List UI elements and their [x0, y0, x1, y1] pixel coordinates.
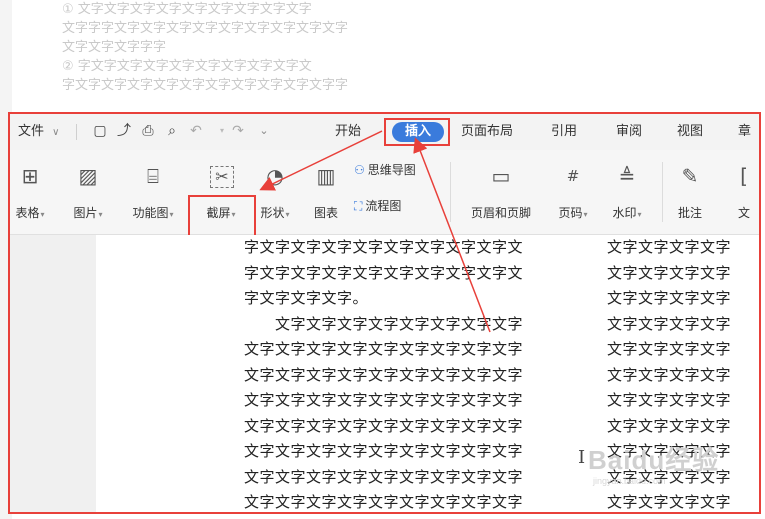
document-line: 文字文字文字文字 — [607, 340, 732, 358]
menu-bar: 文件 ∨ ▢ ⤴ ⎙ ⌕ ↶ ▾ ↷ ⌄ 开始 插入 页面布局 引用 审阅 视图… — [10, 114, 759, 150]
undo-icon[interactable]: ↶ — [188, 123, 204, 139]
baidu-watermark: Baidu经验 — [588, 445, 720, 475]
background-line: 字文字文字文字文字文字文字文字文字文字文字字 — [62, 78, 349, 93]
table-label: 表格 — [15, 206, 40, 220]
picture-label: 图片 — [73, 206, 98, 220]
background-line: ① 文字文字文字文字文字文字文字文字文字 — [62, 2, 312, 17]
mindmap-button[interactable]: ⚇ 思维导图 — [354, 160, 416, 180]
document-line: 文字文字文字文字 — [607, 391, 732, 409]
document-line: 文字文字文字文字文字文字文字文字文字 — [244, 416, 524, 435]
text-box-icon: [ — [740, 164, 748, 188]
document-line: 字文字文字文字。 — [244, 289, 369, 307]
page-number-label: 页码 — [558, 206, 583, 220]
flowchart-label: 流程图 — [365, 199, 402, 213]
mindmap-label: 思维导图 — [367, 163, 416, 177]
document-line: 字文字文字文字文字文字文字文字文字文 — [244, 263, 524, 282]
tab-references[interactable]: 引用 — [551, 114, 577, 150]
tab-view[interactable]: 视图 — [677, 114, 703, 150]
picture-icon: ▨ — [78, 164, 98, 188]
chevron-down-icon: ▾ — [98, 210, 103, 219]
comment-label: 批注 — [677, 206, 702, 220]
document-margin — [10, 235, 96, 512]
ribbon-separator — [662, 162, 663, 222]
document-line: 文字文字文字文字文字文字文字文字文字 — [244, 340, 524, 358]
chart-button[interactable]: ▥ 图表 — [306, 150, 346, 234]
flowchart-icon: ⛶ — [354, 199, 363, 213]
document-line: 文字文字文字文字 — [607, 314, 732, 333]
scissors-icon: ✂ — [210, 166, 234, 188]
watermark-icon: ≜ — [618, 164, 636, 188]
table-button[interactable]: ⊞ 表格▾ — [10, 150, 54, 234]
chart-label: 图表 — [313, 206, 338, 220]
print-icon[interactable]: ⎙ — [140, 123, 156, 139]
watermark-button[interactable]: ≜ 水印▾ — [604, 150, 650, 234]
header-footer-button[interactable]: ▭ 页眉和页脚 — [458, 150, 544, 234]
background-document: ① 文字文字文字文字文字文字文字文字文字 文字字字文字文字文字文字文字文字文字文… — [62, 0, 474, 112]
background-line: ② 字文字文字文字文字文字文字文字文字文 — [62, 59, 312, 74]
shape-button[interactable]: ◔ 形状▾ — [254, 150, 296, 234]
baidu-watermark-url: jingyan.baidu.com — [593, 476, 666, 486]
document-line: 文字文字文字文字文字文字文字文字文字 — [244, 391, 524, 409]
text-cursor-icon: I — [578, 447, 586, 468]
mindmap-icon: ⚇ — [354, 163, 365, 177]
page-number-icon: # — [566, 167, 580, 185]
document-line: 文字文字文字文字 — [607, 289, 732, 307]
header-footer-icon: ▭ — [491, 164, 511, 188]
picture-button[interactable]: ▨ 图片▾ — [62, 150, 114, 234]
insert-tab-highlight — [384, 118, 450, 146]
chart-icon: ▥ — [316, 164, 336, 188]
document-column-left: 字文字文字文字文字文字文字文字文字文 字文字文字文字文字文字文字文字文字文 字文… — [244, 235, 574, 512]
background-line: 文字字字文字文字文字文字文字文字文字文字文字 — [62, 21, 349, 36]
more-chevron-icon[interactable]: ⌄ — [256, 123, 272, 139]
shape-icon: ◔ — [266, 164, 284, 188]
document-line: 文字文字文字文字文字文字文字文字 — [244, 314, 524, 333]
insert-ribbon: ⊞ 表格▾ ▨ 图片▾ ⌸ 功能图▾ ✂ 截屏▾ ◔ 形状▾ ▥ 图表 ⚇ 思维导… — [10, 150, 759, 259]
file-menu-label: 文件 — [18, 124, 45, 139]
header-footer-label: 页眉和页脚 — [470, 206, 531, 220]
chevron-down-icon: ∨ — [52, 127, 60, 138]
text-button[interactable]: [ 文 — [724, 150, 759, 234]
document-line: 文字文字文字文字 — [607, 493, 732, 511]
document-line: 文字文字文字文字文字文字文字文字文字 — [244, 493, 524, 511]
redo-icon[interactable]: ↷ — [230, 123, 246, 139]
tab-start[interactable]: 开始 — [335, 114, 361, 150]
share-icon[interactable]: ⤴ — [116, 123, 132, 139]
document-line: 文字文字文字文字 — [607, 238, 732, 256]
function-chart-icon: ⌸ — [147, 164, 159, 188]
file-menu[interactable]: 文件 ∨ — [18, 114, 59, 150]
chevron-down-icon: ▾ — [169, 210, 174, 219]
chevron-down-icon[interactable]: ▾ — [214, 123, 230, 139]
document-line: 字文字文字文字文字文字文字文字文字文 — [244, 238, 524, 256]
flowchart-button[interactable]: ⛶ 流程图 — [354, 196, 401, 216]
save-icon[interactable]: ▢ — [92, 123, 108, 139]
print-preview-icon[interactable]: ⌕ — [164, 123, 180, 139]
text-label: 文 — [737, 206, 750, 220]
background-line: 文字文字文字字字 — [62, 40, 167, 55]
chevron-down-icon: ▾ — [285, 210, 290, 219]
table-icon: ⊞ — [21, 164, 39, 188]
tab-chapter[interactable]: 章 — [738, 114, 751, 150]
chevron-down-icon: ▾ — [40, 210, 45, 219]
document-line: 文字文字文字文字 — [607, 365, 732, 384]
comment-button[interactable]: ✎ 批注 — [668, 150, 712, 234]
chevron-down-icon: ▾ — [583, 210, 588, 219]
document-line: 文字文字文字文字文字文字文字文字文字 — [244, 365, 524, 384]
ribbon-separator — [450, 162, 451, 222]
comment-icon: ✎ — [681, 164, 699, 188]
function-chart-button[interactable]: ⌸ 功能图▾ — [120, 150, 186, 234]
function-chart-label: 功能图 — [132, 206, 169, 220]
menu-separator — [76, 124, 77, 140]
document-line: 文字文字文字文字 — [607, 416, 732, 435]
shape-label: 形状 — [260, 206, 285, 220]
tab-page-layout[interactable]: 页面布局 — [461, 114, 513, 150]
document-line: 文字文字文字文字 — [607, 263, 732, 282]
watermark-label: 水印 — [612, 206, 637, 220]
document-line: 文字文字文字文字文字文字文字文字文字 — [244, 467, 524, 486]
chevron-down-icon: ▾ — [637, 210, 642, 219]
page-number-button[interactable]: # 页码▾ — [550, 150, 596, 234]
document-line: 文字文字文字文字文字文字文字文字文字 — [244, 442, 524, 460]
tab-review[interactable]: 审阅 — [616, 114, 642, 150]
